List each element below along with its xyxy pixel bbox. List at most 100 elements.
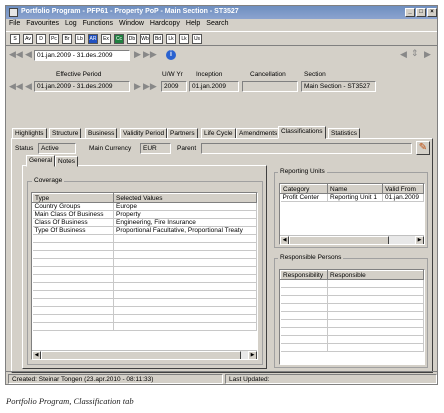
first-effective-icon[interactable]: ◀◀ (9, 81, 23, 92)
link-icon[interactable]: Lk (166, 34, 176, 44)
scroll-left-icon[interactable]: ◀ (280, 236, 289, 244)
created-info: Created: Steinar Tongen (23.apr.2010 - 0… (8, 374, 223, 384)
cell-selected-values: Proportional Facultative, Proportional T… (113, 226, 257, 235)
first-period-icon[interactable]: ◀◀ (9, 49, 23, 60)
users-icon[interactable]: Us (192, 34, 202, 44)
lb-icon[interactable]: Lb (75, 34, 85, 44)
back-icon[interactable]: ◀ (400, 49, 407, 60)
maximize-button[interactable]: □ (416, 8, 426, 17)
up-down-icon[interactable]: ⇕ (411, 48, 419, 59)
status-field: Active (38, 143, 76, 154)
forward-icon[interactable]: ▶ (424, 49, 431, 60)
reporting-units-group: Reporting Units Category Name Valid From… (274, 168, 428, 248)
uw-yr-label: U/W Yr (162, 71, 183, 78)
prev-period-icon[interactable]: ◀ (25, 49, 32, 60)
empty-row (32, 266, 257, 275)
empty-row (280, 319, 424, 328)
effective-period-field: 01.jan.2009 - 31.des.2009 (34, 81, 130, 92)
main-currency-field: EUR (140, 143, 171, 154)
column-header-name[interactable]: Name (327, 184, 383, 194)
empty-row (280, 287, 424, 296)
info-icon[interactable]: i (166, 50, 176, 60)
cell-valid-from: 01.jan.2009 (382, 193, 424, 202)
d-icon[interactable]: D (36, 34, 46, 44)
section-label: Section (304, 71, 326, 78)
scroll-right-icon[interactable]: ▶ (415, 236, 424, 244)
next-period-icon[interactable]: ▶ (134, 49, 141, 60)
cell-selected-values: Europe (113, 202, 257, 211)
scroll-thumb[interactable] (41, 351, 241, 359)
last-period-icon[interactable]: ▶▶ (143, 49, 157, 60)
scroll-left-icon[interactable]: ◀ (32, 351, 41, 359)
empty-row (32, 234, 257, 243)
reporting-units-horizontal-scrollbar[interactable]: ◀ ▶ (280, 235, 424, 244)
column-header-responsibility[interactable]: Responsibility (280, 270, 328, 280)
column-header-responsible[interactable]: Responsible (327, 270, 424, 280)
cc-icon[interactable]: Cc (114, 34, 124, 44)
br-icon[interactable]: Br (62, 34, 72, 44)
next-effective-icon[interactable]: ▶ (134, 81, 141, 92)
cell-selected-values: Property (113, 210, 257, 219)
uw-yr-field: 2009 (161, 81, 187, 92)
close-button[interactable]: × (427, 8, 437, 17)
table-row[interactable]: Country Groups Europe (32, 202, 257, 211)
scroll-thumb[interactable] (289, 236, 389, 244)
pc-icon[interactable]: Pc (49, 34, 59, 44)
cancellation-field (242, 81, 298, 92)
cell-type: Main Class Of Business (32, 210, 114, 219)
empty-row (32, 250, 257, 259)
menu-help[interactable]: Help (183, 19, 203, 27)
responsible-persons-grid[interactable]: Responsibility Responsible (279, 269, 425, 365)
web-icon[interactable]: Wb (140, 34, 150, 44)
table-row[interactable]: Main Class Of Business Property (32, 210, 257, 219)
title-bar[interactable]: Portfolio Program - PFP61 - Property PoP… (6, 6, 437, 19)
building-icon[interactable]: Bd (153, 34, 163, 44)
empty-row (280, 343, 424, 352)
column-header-type[interactable]: Type (32, 193, 114, 203)
table-row[interactable]: Class Of Business Engineering, Fire Insur… (32, 218, 257, 227)
coverage-grid[interactable]: Type Selected Values Country Groups Europ… (31, 192, 258, 360)
table-row[interactable]: Profit Center Reporting Unit 1 01.jan.20… (280, 193, 424, 202)
tab-classifications[interactable]: Classifications (278, 126, 326, 139)
menu-file[interactable]: File (6, 19, 23, 27)
scroll-right-icon[interactable]: ▶ (248, 351, 257, 359)
empty-row (280, 303, 424, 312)
link2-icon[interactable]: Lk (179, 34, 189, 44)
empty-row (32, 282, 257, 291)
menu-log[interactable]: Log (62, 19, 80, 27)
av-icon[interactable]: Av (23, 34, 33, 44)
application-window: Portfolio Program - PFP61 - Property PoP… (5, 5, 438, 385)
menu-search[interactable]: Search (203, 19, 231, 27)
edit-pencil-icon[interactable]: ✎ (416, 141, 430, 155)
cell-type: Class Of Business (32, 218, 114, 227)
empty-row (32, 242, 257, 251)
empty-row (280, 335, 424, 344)
last-effective-icon[interactable]: ▶▶ (143, 81, 157, 92)
period-selector[interactable]: 01.jan.2009 - 31.des.2009 (34, 50, 130, 61)
menu-hardcopy[interactable]: Hardcopy (147, 19, 183, 27)
db-icon[interactable]: Db (127, 34, 137, 44)
empty-row (32, 314, 257, 323)
column-header-selected-values[interactable]: Selected Values (113, 193, 257, 203)
minimize-button[interactable]: _ (405, 8, 415, 17)
coverage-group-label: Coverage (32, 177, 65, 184)
menu-favourites[interactable]: Favourites (23, 19, 62, 27)
subtab-general[interactable]: General (26, 155, 56, 167)
figure-caption: Portfolio Program, Classification tab (6, 396, 134, 406)
ar-icon[interactable]: AR (88, 34, 98, 44)
subtab-notes[interactable]: Notes (55, 156, 78, 167)
prev-effective-icon[interactable]: ◀ (25, 81, 32, 92)
window-title: Portfolio Program - PFP61 - Property PoP… (21, 8, 239, 15)
menu-functions[interactable]: Functions (80, 19, 116, 27)
menu-window[interactable]: Window (116, 19, 147, 27)
column-header-valid-from[interactable]: Valid From (382, 184, 424, 194)
cell-type: Country Groups (32, 202, 114, 211)
coverage-horizontal-scrollbar[interactable]: ◀ ▶ (32, 350, 257, 359)
s-icon[interactable]: S (10, 34, 20, 44)
ex-icon[interactable]: Ex (101, 34, 111, 44)
table-row[interactable]: Type Of Business Proportional Facultative… (32, 226, 257, 235)
reporting-units-label: Reporting Units (278, 168, 327, 175)
column-header-category[interactable]: Category (280, 184, 328, 194)
empty-row (32, 322, 257, 331)
reporting-units-grid[interactable]: Category Name Valid From Profit Center R… (279, 183, 425, 245)
